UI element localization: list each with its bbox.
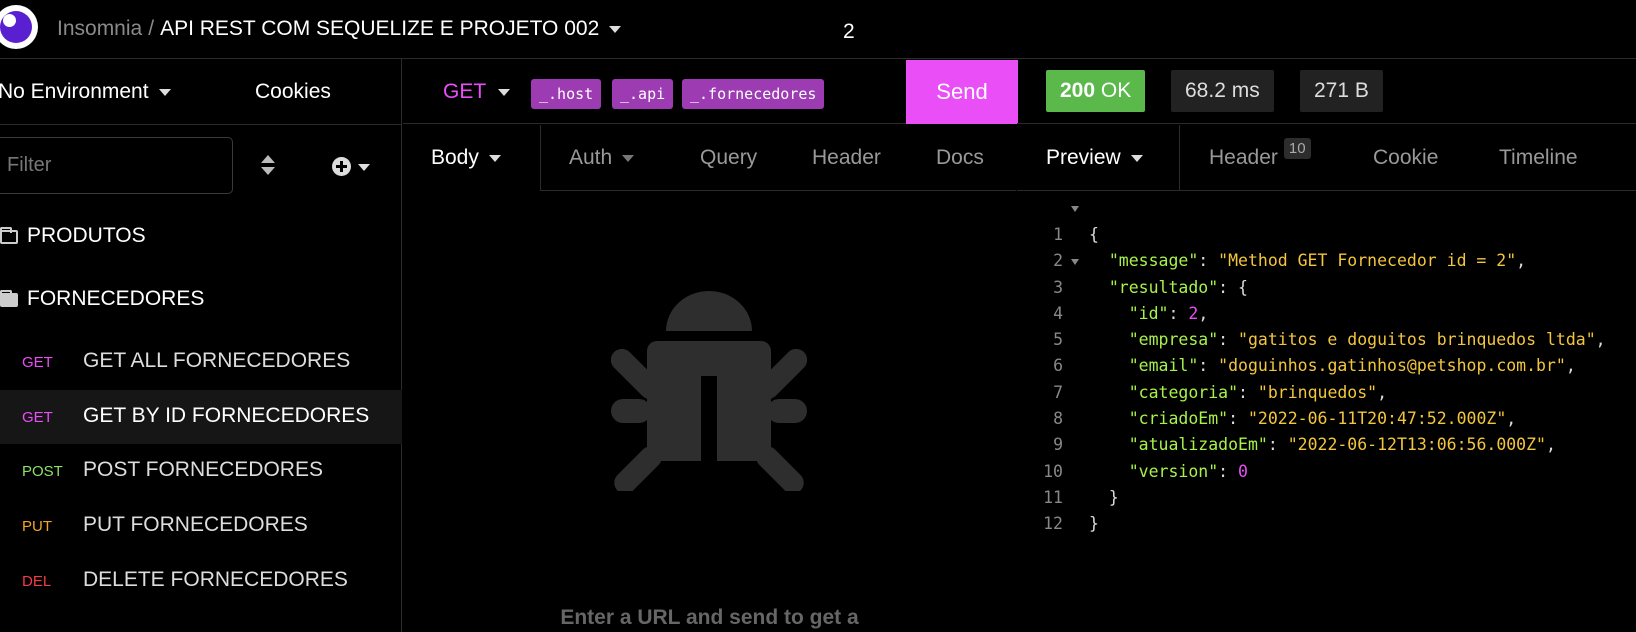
code-line: 11 } [1017,459,1636,507]
empty-state-message: Enter a URL and send to get a [560,606,859,629]
url-variable-chip[interactable]: _.host [531,79,602,109]
response-preview[interactable]: 1{ 2 "message": "Method GET Fornecedor i… [1017,196,1636,533]
breadcrumb-app[interactable]: Insomnia [57,17,142,40]
code-line: 3 "resultado": { [1017,249,1636,297]
chevron-down-icon [1130,154,1143,162]
method-label: GET [443,80,487,103]
sort-icon[interactable] [261,155,275,177]
code-line: 1{ [1017,196,1636,244]
add-request-button[interactable] [332,157,372,177]
code-line: 8 "criadoEm": "2022-06-11T20:47:52.000Z"… [1017,380,1636,428]
status-code: 200 [1060,79,1096,102]
chevron-down-icon [158,88,171,96]
sidebar: No Environment Cookies PRODUTOS FORNECED… [0,59,402,632]
line-number: 12 [1043,514,1063,534]
tab-cookie[interactable]: Cookie [1373,146,1438,170]
request-label: PUT FORNECEDORES [83,513,308,536]
chevron-down-icon [622,154,635,162]
chevron-down-icon [488,154,501,162]
code-line: 9 "atualizadoEm": "2022-06-12T13:06:56.0… [1017,406,1636,454]
response-tabs: Preview Header 10 Cookie Timeline [1017,125,1636,191]
folder-icon [0,227,18,244]
method-selector[interactable]: GET [443,80,511,104]
insomnia-logo-icon[interactable] [0,5,38,49]
method-badge: PUT [22,518,52,535]
project-name[interactable]: API REST COM SEQUELIZE E PROJETO 002 [160,17,599,40]
tab-label: Body [431,146,479,169]
tab-timeline[interactable]: Timeline [1499,146,1578,170]
url-variable-chip[interactable]: _.fornecedores [682,79,825,109]
breadcrumb-separator: / [148,17,155,40]
request-label: GET ALL FORNECEDORES [83,349,351,372]
code-line: 10 "version": 0 [1017,433,1636,481]
divider [0,124,402,125]
code-line: 6 "email": "doguinhos.gatinhos@petshop.c… [1017,327,1636,375]
environment-selector[interactable]: No Environment [0,80,171,104]
status-badge: 200 OK [1046,70,1146,112]
chevron-down-icon[interactable] [609,25,622,33]
tab-docs[interactable]: Docs [936,146,984,170]
breadcrumb: Insomnia / API REST COM SEQUELIZE E PROJET… [57,17,622,41]
url-input-suffix[interactable]: 2 [843,20,855,44]
request-item[interactable]: DEL DELETE FORNECEDORES [0,554,402,608]
tab-label: Header [1209,146,1278,169]
environment-label: No Environment [0,80,149,103]
request-label: POST FORNECEDORES [83,458,323,481]
folder-label: FORNECEDORES [27,287,205,310]
request-item-active[interactable]: GET GET BY ID FORNECEDORES [0,390,402,444]
tab-auth[interactable]: Auth [569,146,635,170]
code-line: 2 "message": "Method GET Fornecedor id =… [1017,222,1636,270]
tab-label: Auth [569,146,613,169]
folder-open-icon [0,290,18,307]
url-variable-chip[interactable]: _.api [612,79,674,109]
method-badge: GET [22,409,53,426]
method-badge: POST [22,463,63,480]
tab-header[interactable]: Header [812,146,881,170]
request-item[interactable]: POST POST FORNECEDORES [0,444,402,498]
top-bar: Insomnia / API REST COM SEQUELIZE E PROJET… [0,0,1636,59]
filter-input[interactable] [0,137,233,194]
request-body-panel: Enter a URL and send to get a [403,191,1016,632]
tab-query[interactable]: Query [700,146,757,170]
request-tabs: Body Auth Query Header Docs [403,125,1016,191]
code-line: 12} [1017,485,1636,533]
cookies-button[interactable]: Cookies [255,80,331,104]
tab-response-header[interactable]: Header 10 [1209,138,1311,170]
method-badge: GET [22,354,53,371]
status-text: OK [1100,79,1132,102]
json-punct: } [1089,514,1099,534]
chevron-down-icon [358,164,370,171]
request-item[interactable]: PUT PUT FORNECEDORES [0,499,402,553]
tab-preview[interactable]: Preview [1046,146,1143,170]
response-size-badge: 271 B [1300,70,1383,112]
request-label: DELETE FORNECEDORES [83,568,348,591]
response-time-badge: 68.2 ms [1171,70,1274,112]
chevron-down-icon [498,88,511,96]
send-button[interactable]: Send [906,60,1018,124]
fold-toggle-icon[interactable] [1071,258,1079,265]
response-status-bar: 200 OK 68.2 ms 271 B [1017,59,1636,124]
fold-toggle-icon[interactable] [1071,206,1079,212]
plus-circle-icon [332,157,351,176]
folder-label: PRODUTOS [27,224,146,247]
request-item[interactable]: GET GET ALL FORNECEDORES [0,335,402,389]
header-count-badge: 10 [1283,138,1311,159]
request-label: GET BY ID FORNECEDORES [83,404,370,427]
code-line: 5 "empresa": "gatitos e doguitos brinque… [1017,301,1636,349]
code-line: 4 "id": 2, [1017,275,1636,323]
tab-body[interactable]: Body [431,146,501,170]
code-line: 7 "categoria": "brinquedos", [1017,354,1636,402]
method-badge: DEL [22,573,52,590]
tab-label: Preview [1046,146,1121,169]
bug-icon [611,291,807,491]
